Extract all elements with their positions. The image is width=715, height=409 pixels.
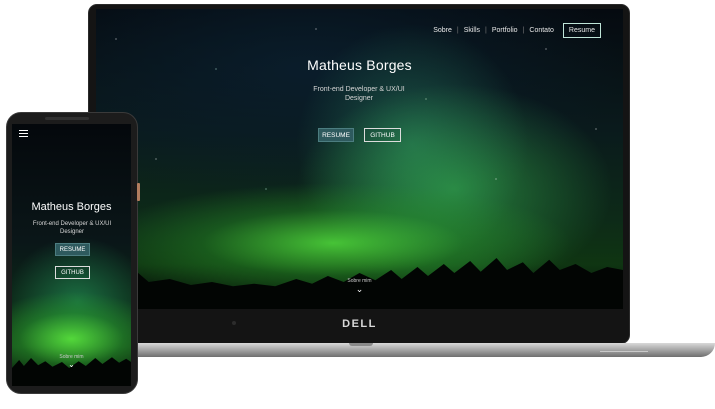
nav-item-contato[interactable]: Contato bbox=[524, 27, 559, 34]
dell-logo: DELL bbox=[342, 318, 377, 330]
hero-name: Matheus Borges bbox=[307, 57, 412, 73]
hamburger-menu-icon[interactable] bbox=[19, 130, 28, 137]
github-button[interactable]: GITHUB bbox=[55, 266, 90, 279]
laptop-base bbox=[40, 343, 715, 357]
top-nav: Sobre | Skills | Portfolio | Contato Res… bbox=[428, 23, 601, 38]
github-button[interactable]: GITHUB bbox=[364, 128, 401, 142]
hero-tagline: Front-end Developer & UX/UI Designer bbox=[32, 221, 112, 235]
phone-screen: Matheus Borges Front-end Developer & UX/… bbox=[12, 124, 131, 386]
chevron-down-icon[interactable]: ⌄ bbox=[12, 361, 131, 369]
nav-item-portfolio[interactable]: Portfolio bbox=[487, 27, 523, 34]
starfield bbox=[96, 9, 623, 309]
chevron-down-icon[interactable]: ⌄ bbox=[96, 285, 623, 294]
nav-resume-button[interactable]: Resume bbox=[562, 23, 601, 38]
resume-button[interactable]: RESUME bbox=[318, 128, 354, 142]
base-notch bbox=[349, 343, 373, 346]
phone-side-button bbox=[137, 183, 140, 201]
laptop-chin: DELL bbox=[96, 309, 623, 341]
resume-button[interactable]: RESUME bbox=[55, 243, 90, 256]
hero-tagline: Front-end Developer & UX/UI Designer bbox=[313, 86, 405, 102]
nav-item-sobre[interactable]: Sobre bbox=[428, 27, 457, 34]
nav-item-skills[interactable]: Skills bbox=[459, 27, 485, 34]
hero-name: Matheus Borges bbox=[31, 201, 112, 213]
laptop-screen: Sobre | Skills | Portfolio | Contato Res… bbox=[96, 9, 623, 309]
base-vent bbox=[600, 351, 648, 352]
phone-speaker bbox=[45, 117, 89, 120]
